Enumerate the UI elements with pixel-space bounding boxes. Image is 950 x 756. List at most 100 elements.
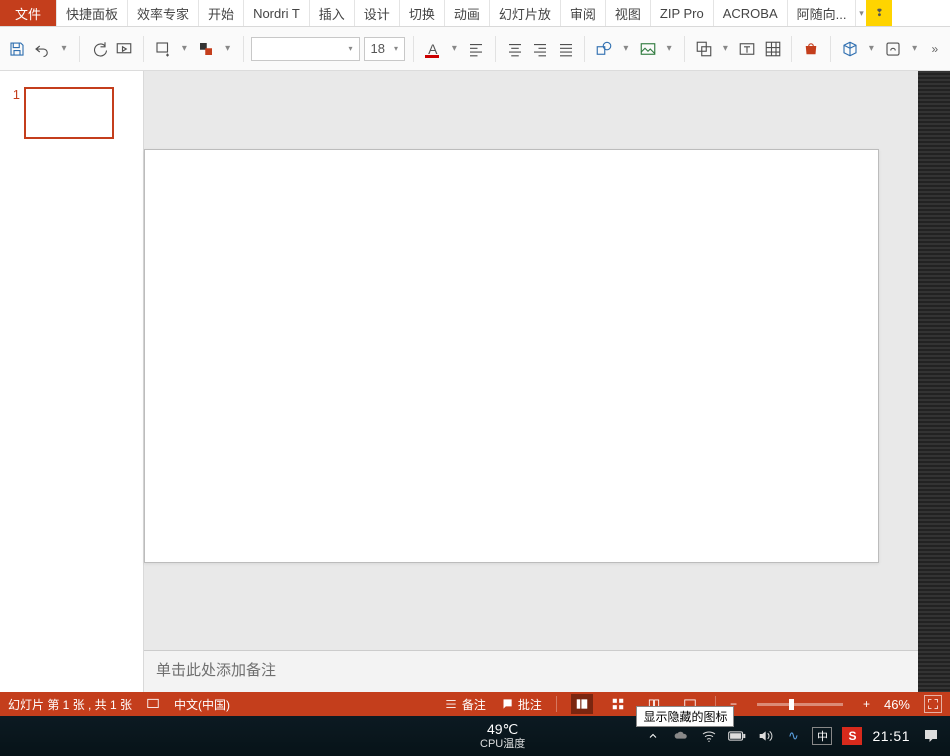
tab-slideshow[interactable]: 幻灯片放 (490, 0, 561, 26)
tab-review[interactable]: 审阅 (561, 0, 606, 26)
font-color-dropdown[interactable]: ▾ (448, 43, 462, 54)
shapes-dropdown[interactable]: ▾ (619, 43, 633, 54)
canvas-area[interactable] (144, 71, 918, 650)
warning-indicator[interactable]: ❢ (866, 0, 892, 26)
symbol-icon[interactable] (882, 38, 904, 60)
cpu-temp-label: CPU温度 (480, 738, 525, 750)
status-bar: 幻灯片 第 1 张 , 共 1 张 中文(中国) 备注 批注 − + 46% (0, 692, 950, 716)
notes-toggle[interactable]: 备注 (444, 696, 486, 713)
wifi-icon[interactable] (700, 727, 718, 745)
battery-icon[interactable] (728, 727, 746, 745)
align-justify-icon[interactable] (555, 38, 577, 60)
text-box-icon[interactable] (736, 38, 758, 60)
font-size-value: 18 (371, 41, 385, 56)
tab-transitions[interactable]: 切换 (400, 0, 445, 26)
zoom-slider[interactable] (757, 703, 843, 706)
thumbnail-number: 1 (10, 87, 24, 139)
shapes-icon[interactable] (593, 38, 615, 60)
notes-toggle-label: 备注 (462, 696, 486, 713)
volume-icon[interactable] (756, 727, 774, 745)
tab-quick-panel[interactable]: 快捷面板 (57, 0, 128, 26)
separator (684, 36, 685, 62)
tray-tooltip: 显示隐藏的图标 (636, 706, 734, 727)
font-name-combo[interactable]: ▾ (251, 37, 359, 61)
spellcheck-icon[interactable] (146, 697, 160, 711)
align-left-icon[interactable] (465, 38, 487, 60)
zoom-in-icon[interactable]: + (863, 697, 870, 711)
thumbnail-preview[interactable] (24, 87, 114, 139)
symbol-dropdown[interactable]: ▾ (908, 43, 922, 54)
tab-zip-pro[interactable]: ZIP Pro (651, 0, 714, 26)
slide-thumbnails-panel[interactable]: 1 (0, 71, 144, 692)
tab-file[interactable]: 文件 (0, 0, 57, 26)
tab-animations[interactable]: 动画 (445, 0, 490, 26)
view-sorter-icon[interactable] (607, 694, 629, 714)
language-indicator[interactable]: 中文(中国) (174, 696, 230, 713)
paste-icon[interactable] (195, 38, 217, 60)
notes-pane[interactable]: 单击此处添加备注 (144, 650, 918, 692)
ribbon-overflow-icon[interactable]: » (926, 42, 945, 56)
comments-toggle[interactable]: 批注 (500, 696, 542, 713)
tab-efficiency[interactable]: 效率专家 (128, 0, 199, 26)
separator (830, 36, 831, 62)
arrange-icon[interactable] (693, 38, 715, 60)
tab-nordri[interactable]: Nordri T (244, 0, 310, 26)
separator (143, 36, 144, 62)
3d-dropdown[interactable]: ▾ (865, 43, 879, 54)
new-slide-icon[interactable] (152, 38, 174, 60)
zoom-slider-thumb[interactable] (789, 699, 794, 710)
tab-acrobat[interactable]: ACROBA (714, 0, 788, 26)
taskbar-clock[interactable]: 21:51 (872, 728, 910, 744)
font-color-button[interactable]: A (422, 38, 444, 60)
separator (791, 36, 792, 62)
tabs-overflow-dropdown[interactable]: ▾ (856, 0, 866, 26)
right-decorative-strip (918, 71, 950, 692)
separator (243, 36, 244, 62)
slide-counter: 幻灯片 第 1 张 , 共 1 张 (8, 696, 132, 713)
notes-placeholder: 单击此处添加备注 (156, 662, 276, 679)
save-icon[interactable] (6, 38, 28, 60)
tab-view[interactable]: 视图 (606, 0, 651, 26)
from-beginning-icon[interactable] (113, 38, 135, 60)
separator (413, 36, 414, 62)
font-size-combo[interactable]: 18▾ (364, 37, 405, 61)
align-right-icon[interactable] (529, 38, 551, 60)
sogou-ime-icon[interactable]: S (842, 727, 862, 745)
cpu-temp-widget[interactable]: 49℃ CPU温度 (480, 722, 525, 749)
ime-indicator[interactable]: 中 (812, 727, 832, 745)
tab-home[interactable]: 开始 (199, 0, 244, 26)
3d-model-icon[interactable] (839, 38, 861, 60)
paste-dropdown[interactable]: ▾ (221, 43, 235, 54)
undo-icon[interactable] (32, 38, 54, 60)
windows-taskbar: 49℃ CPU温度 显示隐藏的图标 ∿ 中 S 21:51 (0, 716, 950, 756)
separator (556, 696, 557, 712)
store-icon[interactable] (800, 38, 822, 60)
onedrive-icon[interactable] (672, 727, 690, 745)
table-icon[interactable] (762, 38, 784, 60)
slide-canvas[interactable] (144, 149, 879, 563)
tab-addon[interactable]: 阿随向... (788, 0, 857, 26)
tray-overflow-chevron-icon[interactable]: 显示隐藏的图标 (644, 727, 662, 745)
picture-icon[interactable] (637, 38, 659, 60)
picture-dropdown[interactable]: ▾ (662, 43, 676, 54)
undo-dropdown[interactable]: ▾ (57, 43, 71, 54)
action-center-icon[interactable] (920, 725, 942, 747)
slide-editor: 单击此处添加备注 (144, 71, 918, 692)
align-center-icon[interactable] (504, 38, 526, 60)
fit-to-window-icon[interactable] (924, 695, 942, 713)
separator (584, 36, 585, 62)
comments-toggle-label: 批注 (518, 696, 542, 713)
cpu-temp-value: 49℃ (480, 722, 525, 737)
app-tray-icon[interactable]: ∿ (784, 727, 802, 745)
tab-insert[interactable]: 插入 (310, 0, 355, 26)
zoom-percent[interactable]: 46% (884, 697, 910, 712)
redo-icon[interactable] (88, 38, 110, 60)
system-tray: 显示隐藏的图标 ∿ 中 S 21:51 (644, 725, 942, 747)
tab-design[interactable]: 设计 (355, 0, 400, 26)
ribbon-tabs: 文件 快捷面板 效率专家 开始 Nordri T 插入 设计 切换 动画 幻灯片… (0, 0, 950, 27)
thumbnail-item[interactable]: 1 (10, 87, 133, 139)
view-normal-icon[interactable] (571, 694, 593, 714)
new-slide-dropdown[interactable]: ▾ (178, 43, 192, 54)
separator (79, 36, 80, 62)
arrange-dropdown[interactable]: ▾ (719, 43, 733, 54)
